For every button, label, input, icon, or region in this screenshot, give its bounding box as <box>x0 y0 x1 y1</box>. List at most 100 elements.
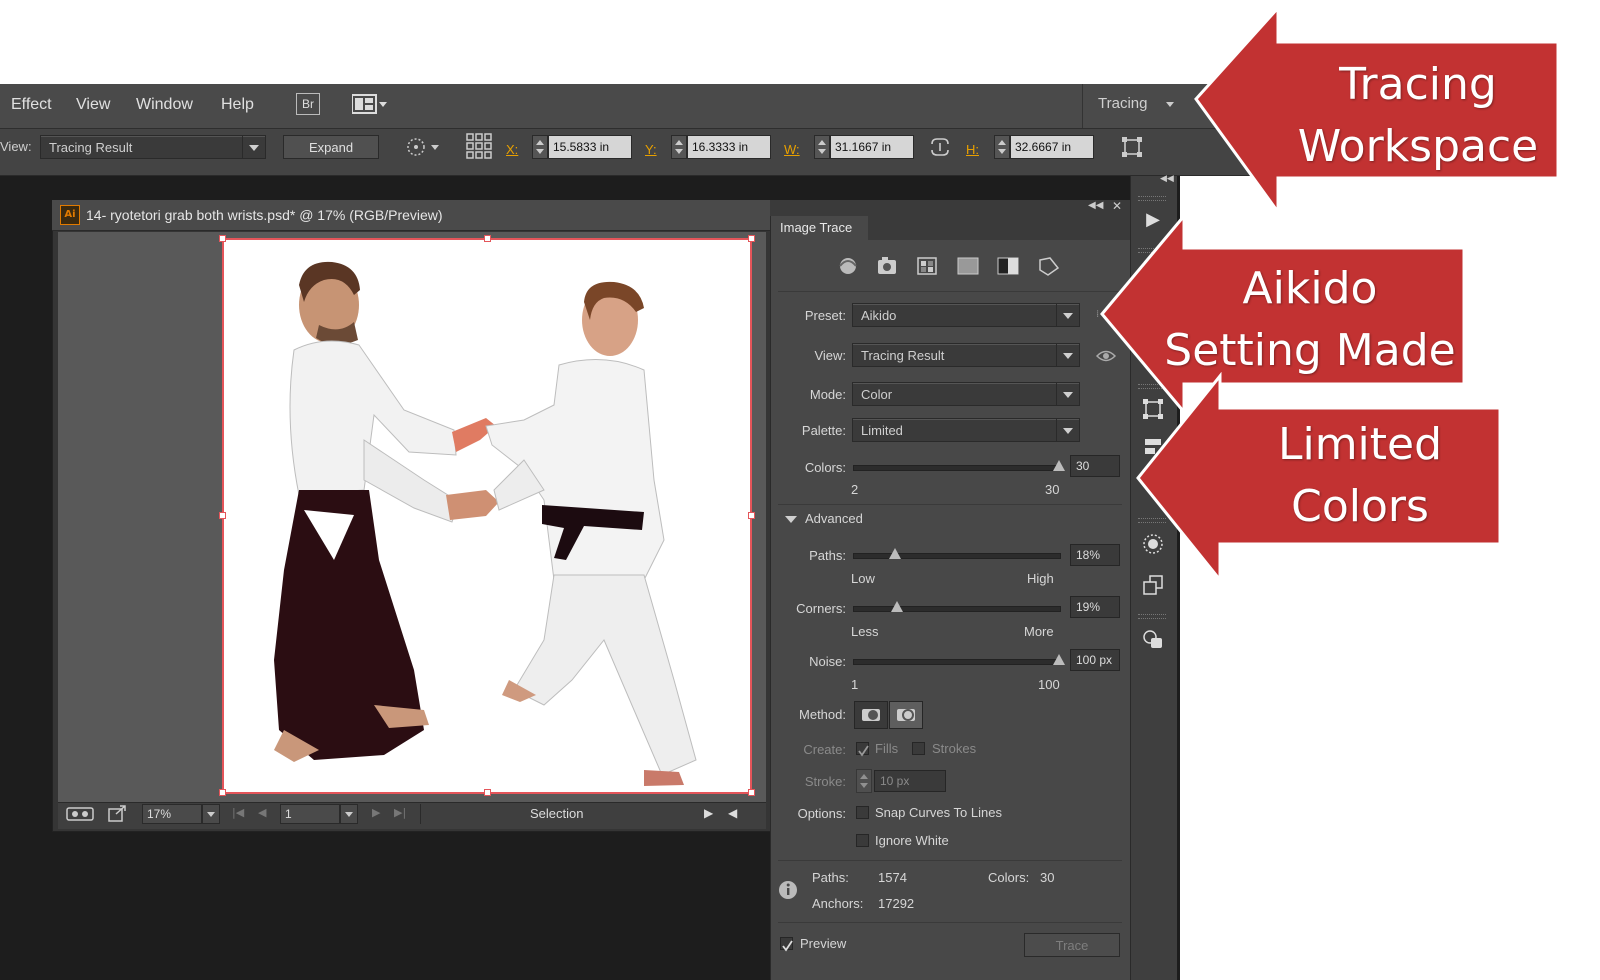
corners-more-label: More <box>1024 624 1054 639</box>
colors-slider[interactable] <box>853 465 1061 471</box>
abutting-method-icon <box>862 709 880 721</box>
next-artboard-icon[interactable]: ▶ <box>372 806 380 819</box>
expand-button[interactable]: Expand <box>283 135 379 159</box>
corners-slider[interactable] <box>853 606 1061 612</box>
colors-slider-thumb[interactable] <box>1053 460 1065 471</box>
scroll-left-icon[interactable]: ◀ <box>728 806 737 820</box>
selection-handle-middle-left[interactable] <box>219 512 226 519</box>
mode-dropdown[interactable]: Color <box>852 382 1080 406</box>
control-view-value: Tracing Result <box>49 140 133 155</box>
status-tool-label[interactable]: Selection <box>530 806 583 821</box>
chevron-down-icon <box>242 136 265 158</box>
stroke-field[interactable]: 10 px <box>874 770 946 792</box>
method-abutting-button[interactable] <box>854 701 888 729</box>
left-figure <box>274 261 460 762</box>
first-artboard-icon[interactable]: |◀ <box>232 806 244 819</box>
last-artboard-icon[interactable]: ▶| <box>394 806 406 819</box>
advanced-toggle-icon[interactable] <box>785 516 797 523</box>
trace-button[interactable]: Trace <box>1024 933 1120 957</box>
noise-slider-thumb[interactable] <box>1053 654 1065 665</box>
black-and-white-icon[interactable] <box>997 257 1019 275</box>
paths-slider[interactable] <box>853 553 1061 559</box>
preset-dropdown[interactable]: Aikido <box>852 303 1080 327</box>
info-paths-value: 1574 <box>878 870 907 885</box>
paths-field[interactable]: 18% <box>1070 544 1120 566</box>
stroke-stepper[interactable] <box>856 769 872 793</box>
w-field[interactable]: 31.1667 in <box>830 135 914 159</box>
ignore-white-checkbox[interactable] <box>856 834 869 847</box>
control-view-dropdown[interactable]: Tracing Result <box>40 135 266 159</box>
paths-label: Paths: <box>809 548 846 563</box>
transform-button[interactable] <box>1120 136 1144 158</box>
x-field[interactable]: 15.5833 in <box>548 135 632 159</box>
options-label: Options: <box>797 806 846 821</box>
h-stepper[interactable] <box>994 135 1010 159</box>
noise-slider[interactable] <box>853 659 1061 665</box>
collapse-panel-icon[interactable]: ◀◀ <box>1088 200 1103 211</box>
image-trace-panel-icon[interactable] <box>1140 628 1166 654</box>
menu-window[interactable]: Window <box>136 96 193 114</box>
selection-handle-top-left[interactable] <box>219 235 226 242</box>
callout-limited-colors-line2: Colors <box>1291 481 1429 532</box>
w-stepper[interactable] <box>814 135 830 159</box>
corners-field[interactable]: 19% <box>1070 596 1120 618</box>
h-field[interactable]: 32.6667 in <box>1010 135 1094 159</box>
close-icon[interactable]: ✕ <box>1112 199 1122 213</box>
y-stepper[interactable] <box>671 135 687 159</box>
artboard-number-field[interactable]: 1 <box>280 804 340 824</box>
artboard-dropdown[interactable] <box>340 804 358 824</box>
corners-slider-thumb[interactable] <box>891 601 903 612</box>
dock-grip <box>1138 196 1166 201</box>
menu-view[interactable]: View <box>76 96 110 114</box>
low-color-icon[interactable] <box>917 257 937 275</box>
auto-color-icon[interactable] <box>839 258 857 274</box>
selection-handle-bottom-right[interactable] <box>748 789 755 796</box>
method-overlapping-button[interactable] <box>889 701 923 729</box>
fills-checkbox[interactable] <box>856 742 869 757</box>
zoom-dropdown[interactable] <box>202 804 220 824</box>
x-stepper[interactable] <box>532 135 548 159</box>
paths-slider-thumb[interactable] <box>889 548 901 559</box>
arrange-documents-button[interactable] <box>351 94 388 114</box>
overlapping-method-icon <box>897 709 915 721</box>
selection-handle-middle-right[interactable] <box>748 512 755 519</box>
strokes-checkbox[interactable] <box>912 742 925 755</box>
outline-icon[interactable] <box>1039 257 1060 276</box>
selection-handle-top-right[interactable] <box>748 235 755 242</box>
noise-field[interactable]: 100 px <box>1070 649 1120 671</box>
workspace-switcher[interactable]: Tracing <box>1098 95 1147 112</box>
reference-point-button[interactable] <box>405 136 441 158</box>
tab-image-trace[interactable]: Image Trace <box>772 216 868 240</box>
colors-field[interactable]: 30 <box>1070 455 1120 477</box>
chevron-down-icon <box>345 812 353 817</box>
advanced-toggle-label[interactable]: Advanced <box>805 511 863 526</box>
selection-handle-bottom-left[interactable] <box>219 789 226 796</box>
colors-min-label: 2 <box>851 482 859 497</box>
status-menu-arrow-icon[interactable]: ▶ <box>704 806 713 820</box>
reference-point-grid[interactable] <box>466 133 492 159</box>
previous-artboard-icon[interactable]: ◀ <box>258 806 266 819</box>
high-color-icon[interactable] <box>878 257 896 274</box>
share-button[interactable] <box>108 804 128 822</box>
selection-handle-bottom-middle[interactable] <box>484 789 491 796</box>
menu-help[interactable]: Help <box>221 96 254 114</box>
checkmark-icon <box>782 940 793 952</box>
gpu-performance-button[interactable] <box>66 806 96 822</box>
snap-curves-checkbox[interactable] <box>856 806 869 819</box>
constrain-proportions-button[interactable] <box>928 136 952 158</box>
menu-effect[interactable]: Effect <box>11 96 52 114</box>
selection-handle-top-middle[interactable] <box>484 235 491 242</box>
grayscale-icon[interactable] <box>957 257 979 275</box>
x-label: X: <box>506 142 519 157</box>
zoom-field[interactable]: 17% <box>142 804 202 824</box>
info-paths-label: Paths: <box>812 870 849 885</box>
snap-curves-label: Snap Curves To Lines <box>875 805 1002 820</box>
y-field[interactable]: 16.3333 in <box>687 135 771 159</box>
bridge-button[interactable]: Br <box>296 93 320 115</box>
expand-dock-icon[interactable]: ◀◀ <box>1160 174 1174 184</box>
preview-checkbox[interactable] <box>780 937 793 952</box>
palette-dropdown[interactable]: Limited <box>852 418 1080 442</box>
artboard[interactable] <box>222 238 752 794</box>
callout-tracing-workspace: Tracing Workspace <box>1192 4 1564 217</box>
view-dropdown[interactable]: Tracing Result <box>852 343 1080 367</box>
